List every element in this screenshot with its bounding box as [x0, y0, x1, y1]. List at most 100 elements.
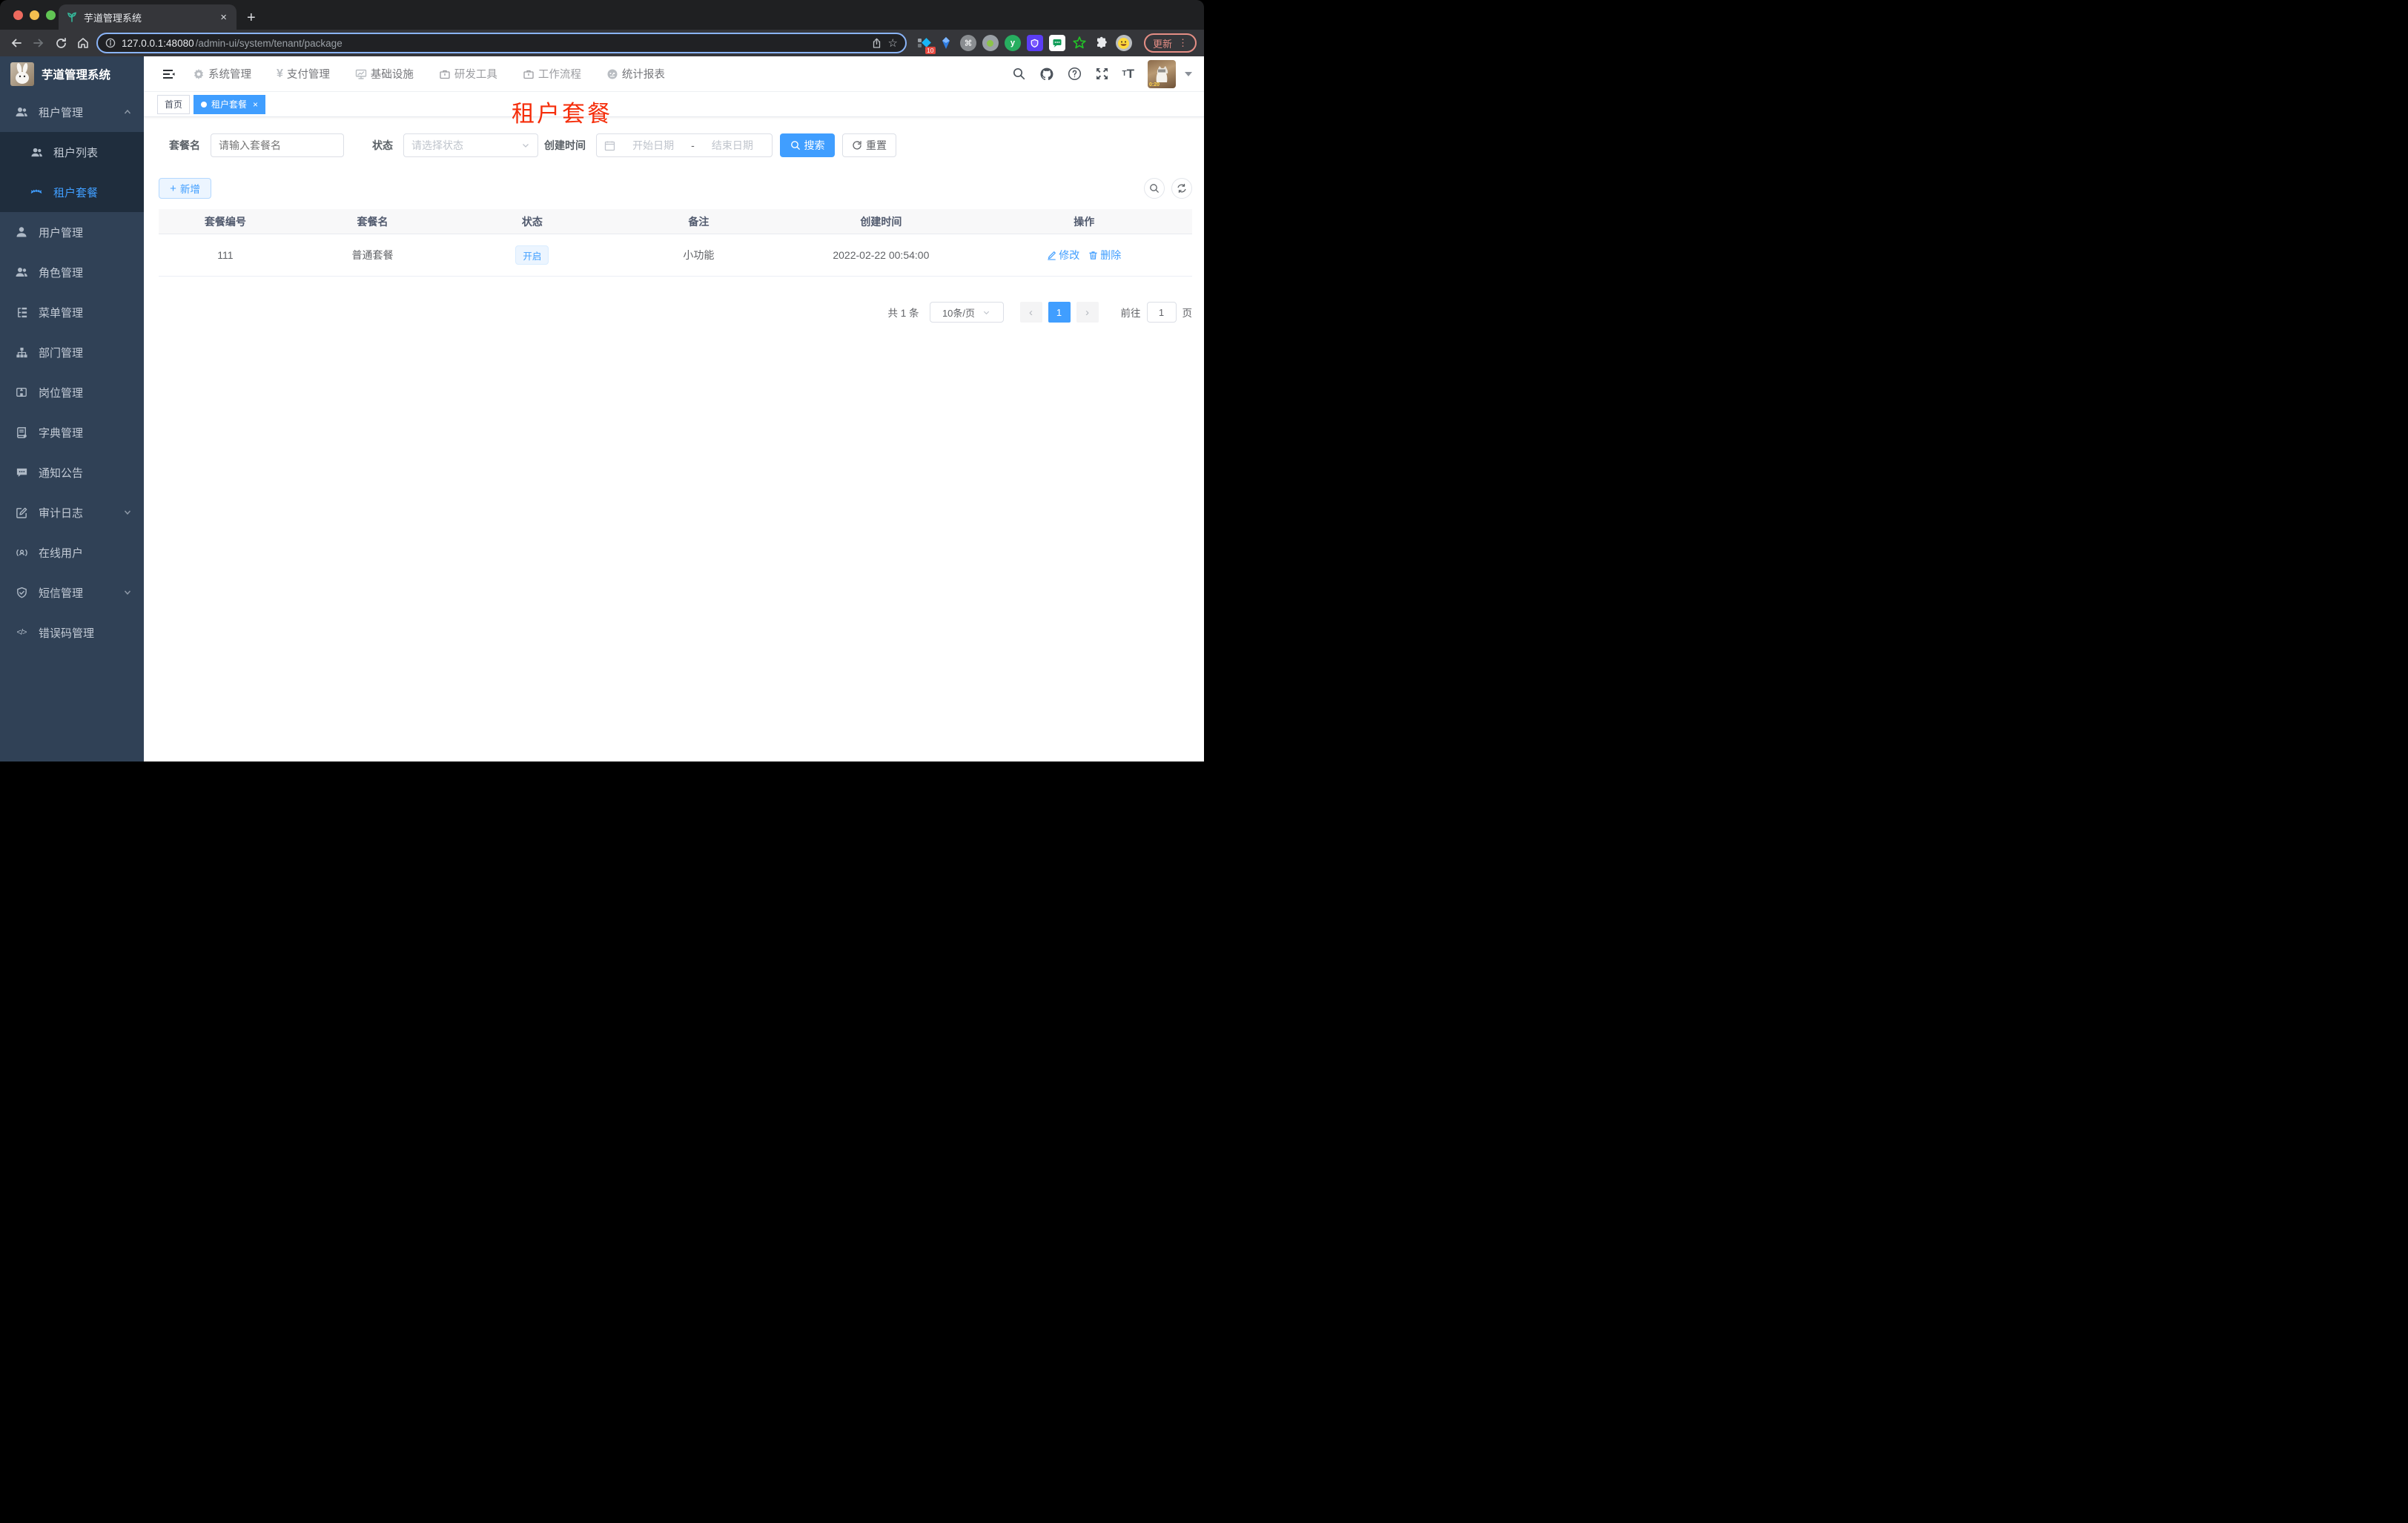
page-annotation-title: 租户套餐 [512, 101, 612, 127]
app-header: 系统管理 ¥ 支付管理 基础设施 研发工具 工作流程 统计报表 T T 0:20 [144, 56, 1204, 92]
sidebar-item-dict-management[interactable]: 字典管理 [0, 412, 144, 452]
tab-close-icon[interactable]: × [218, 11, 229, 24]
home-icon[interactable] [74, 34, 92, 52]
start-date-placeholder: 开始日期 [632, 139, 675, 151]
tag-tenant-package[interactable]: 租户套餐 × [194, 94, 266, 114]
github-icon[interactable] [1039, 67, 1054, 82]
avatar-caret-icon[interactable] [1185, 71, 1192, 76]
user-icon [15, 225, 28, 239]
sidebar-collapse-icon[interactable] [156, 61, 182, 87]
sidebar-item-menu-management[interactable]: 菜单管理 [0, 292, 144, 332]
zoom-window-button[interactable] [46, 10, 56, 20]
prev-page-button[interactable]: ‹ [1019, 302, 1042, 323]
sidebar-item-notice[interactable]: 通知公告 [0, 452, 144, 492]
extension-diamond-icon[interactable]: 10 [916, 35, 936, 54]
sidebar-item-tenant-management[interactable]: 租户管理 [0, 92, 144, 132]
cell-package-id: 111 [217, 249, 234, 261]
reload-icon[interactable] [52, 34, 70, 52]
sidebar-item-online-users[interactable]: 在线用户 [0, 532, 144, 572]
minimize-window-button[interactable] [30, 10, 39, 20]
refresh-table-button[interactable] [1171, 178, 1192, 199]
extension-shield-icon[interactable] [1026, 35, 1043, 51]
col-header-id: 套餐编号 [204, 215, 246, 228]
book-gear-icon [15, 426, 28, 439]
search-icon [1150, 184, 1159, 193]
sidebar-item-dept-management[interactable]: 部门管理 [0, 332, 144, 372]
profile-emoji-icon[interactable] [1115, 35, 1132, 51]
sidebar-logo[interactable]: 芋道管理系统 [0, 56, 144, 92]
tags-bar: 首页 租户套餐 × [144, 92, 1204, 117]
refresh-icon [1177, 183, 1186, 194]
tab-workflow[interactable]: 工作流程 [523, 66, 581, 82]
search-button[interactable]: 搜索 [780, 133, 835, 157]
date-range-picker[interactable]: 开始日期 - 结束日期 [596, 133, 773, 157]
add-button[interactable]: + 新增 [159, 178, 211, 199]
sidebar-item-user-management[interactable]: 用户管理 [0, 212, 144, 252]
extension-dot-icon[interactable] [982, 35, 999, 51]
sidebar-item-tenant-list[interactable]: 租户列表 [0, 132, 144, 172]
close-window-button[interactable] [13, 10, 23, 20]
show-search-button[interactable] [1144, 178, 1165, 199]
delete-link[interactable]: 删除 [1088, 248, 1121, 262]
tab-payment-management[interactable]: ¥ 支付管理 [277, 66, 330, 82]
help-icon[interactable] [1068, 67, 1082, 81]
user-avatar[interactable]: 0:20 [1148, 59, 1176, 88]
reset-button[interactable]: 重置 [842, 133, 896, 157]
browser-menu-icon[interactable]: ⋮ [1178, 37, 1188, 49]
next-page-button[interactable]: › [1076, 302, 1099, 323]
online-signal-icon [15, 546, 28, 559]
users-icon [15, 265, 28, 279]
font-size-icon[interactable]: TT [1122, 67, 1135, 82]
extension-command-icon[interactable]: ⌘ [959, 35, 976, 51]
cell-created-time: 2022-02-22 00:54:00 [833, 249, 930, 261]
end-date-placeholder: 结束日期 [711, 139, 753, 151]
chrome-update-button[interactable]: 更新 ⋮ [1143, 33, 1197, 53]
tag-home[interactable]: 首页 [157, 94, 191, 114]
page-1-button[interactable]: 1 [1048, 302, 1071, 323]
tab-dev-tools[interactable]: 研发工具 [439, 66, 497, 82]
extension-chat-icon[interactable] [1048, 35, 1065, 51]
sidebar-item-audit-log[interactable]: 审计日志 [0, 492, 144, 532]
status-label: 状态 [372, 139, 393, 151]
edit-link[interactable]: 修改 [1047, 248, 1079, 262]
fullscreen-icon[interactable] [1095, 67, 1109, 81]
yen-icon: ¥ [277, 67, 283, 80]
col-header-remark: 备注 [688, 215, 710, 228]
col-header-actions: 操作 [1074, 215, 1095, 228]
plus-icon: + [170, 182, 176, 195]
table-row: 111 普通套餐 开启 小功能 2022-02-22 00:54:00 修改 删… [159, 234, 1192, 276]
back-icon[interactable] [7, 34, 25, 52]
bookmark-star-icon[interactable]: ☆ [888, 36, 898, 50]
sidebar-item-role-management[interactable]: 角色管理 [0, 252, 144, 292]
sidebar-item-sms-management[interactable]: 短信管理 [0, 572, 144, 612]
briefcase-icon [439, 68, 451, 80]
browser-tab[interactable]: 芋道管理系统 × [59, 4, 236, 30]
tab-statistics[interactable]: 统计报表 [606, 66, 665, 82]
tab-system-management[interactable]: 系统管理 [193, 66, 251, 82]
forward-icon[interactable] [30, 34, 47, 52]
extensions-puzzle-icon[interactable] [1094, 35, 1110, 51]
share-icon[interactable] [871, 38, 882, 49]
site-info-icon[interactable] [105, 38, 116, 48]
new-tab-button[interactable]: + [247, 10, 256, 25]
browser-window: 芋道管理系统 × + 127.0.0.1:48080/admin-ui/syst… [0, 0, 1204, 762]
extension-badge: 10 [924, 46, 936, 54]
package-name-input[interactable] [211, 133, 344, 157]
sidebar-item-tenant-package[interactable]: 租户套餐 [0, 172, 144, 212]
goto-page-input[interactable] [1146, 302, 1177, 323]
extension-star-icon[interactable] [1071, 35, 1088, 51]
status-select[interactable]: 请选择状态 [403, 133, 538, 157]
tag-close-icon[interactable]: × [253, 99, 258, 110]
search-icon[interactable] [1012, 67, 1026, 81]
users-icon [15, 105, 28, 119]
extension-y-icon[interactable]: y [1004, 35, 1021, 51]
url-bar[interactable]: 127.0.0.1:48080/admin-ui/system/tenant/p… [96, 33, 907, 53]
extension-gem-icon[interactable] [938, 35, 954, 51]
table-header-row: 套餐编号 套餐名 状态 备注 创建时间 操作 [159, 209, 1192, 234]
sidebar-item-error-code[interactable]: </> 错误码管理 [0, 612, 144, 653]
tab-infrastructure[interactable]: 基础设施 [355, 66, 414, 82]
avatar-caption: 0:20 [1149, 82, 1160, 87]
page-size-select[interactable]: 10条/页 [929, 302, 1004, 323]
chevron-down-icon [983, 311, 990, 314]
sidebar-item-post-management[interactable]: 岗位管理 [0, 372, 144, 412]
